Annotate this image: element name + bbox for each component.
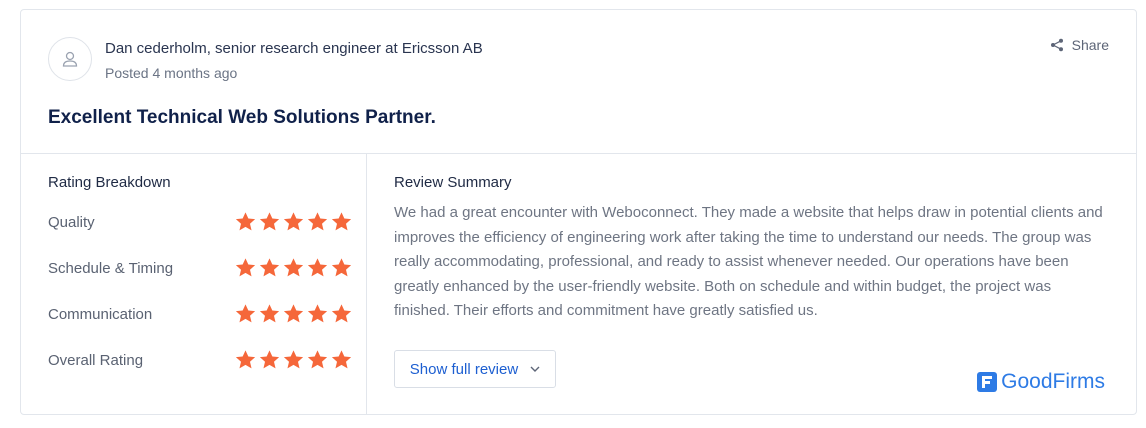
divider (366, 153, 367, 415)
review-card: Dan cederholm, senior research engineer … (20, 9, 1137, 415)
review-headline: Excellent Technical Web Solutions Partne… (48, 107, 436, 128)
star-icon (235, 350, 256, 369)
star-icon (307, 304, 328, 323)
star-icon (331, 304, 352, 323)
show-full-review-button[interactable]: Show full review (394, 350, 556, 388)
avatar (48, 37, 92, 81)
author-name: Dan cederholm, senior research engineer … (105, 40, 483, 57)
rating-breakdown: Rating Breakdown Quality Schedule & Timin… (48, 174, 353, 383)
rating-stars (234, 211, 353, 233)
star-icon (235, 304, 256, 323)
review-summary-text: We had a great encounter with Weboconnec… (394, 204, 1103, 319)
star-icon (331, 212, 352, 231)
divider (21, 153, 1136, 154)
review-summary: Review Summary We had a great encounter … (394, 174, 1104, 324)
star-icon (259, 258, 280, 277)
rating-row: Quality (48, 199, 353, 245)
share-button[interactable]: Share (1050, 37, 1109, 53)
rating-list: Quality Schedule & Timing Communication Ove… (48, 199, 353, 383)
rating-label: Schedule & Timing (48, 259, 174, 277)
star-icon (283, 350, 304, 369)
rating-label: Communication (48, 305, 153, 323)
star-icon (259, 304, 280, 323)
share-icon (1050, 38, 1063, 52)
rating-row: Overall Rating (48, 337, 353, 383)
goodfirms-logo-text: GoodFirms (1001, 370, 1105, 393)
rating-stars (234, 257, 353, 279)
star-icon (307, 212, 328, 231)
star-icon (331, 258, 352, 277)
goodfirms-logo-icon (977, 372, 998, 392)
chevron-down-icon (530, 366, 540, 372)
share-label: Share (1071, 37, 1109, 53)
rating-stars (234, 303, 353, 325)
posted-time: Posted 4 months ago (105, 65, 238, 81)
rating-label: Overall Rating (48, 351, 144, 369)
review-summary-title: Review Summary (394, 174, 512, 191)
star-icon (235, 258, 256, 277)
star-icon (259, 212, 280, 231)
goodfirms-logo: GoodFirms (976, 370, 1105, 394)
star-icon (307, 258, 328, 277)
star-icon (283, 304, 304, 323)
show-full-review-label: Show full review (409, 360, 519, 378)
star-icon (331, 350, 352, 369)
rating-row: Schedule & Timing (48, 245, 353, 291)
rating-label: Quality (48, 213, 95, 231)
star-icon (235, 212, 256, 231)
star-icon (259, 350, 280, 369)
user-icon (62, 51, 78, 67)
star-icon (307, 350, 328, 369)
rating-row: Communication (48, 291, 353, 337)
rating-stars (234, 349, 353, 371)
rating-breakdown-title: Rating Breakdown (48, 174, 171, 191)
star-icon (283, 258, 304, 277)
star-icon (283, 212, 304, 231)
